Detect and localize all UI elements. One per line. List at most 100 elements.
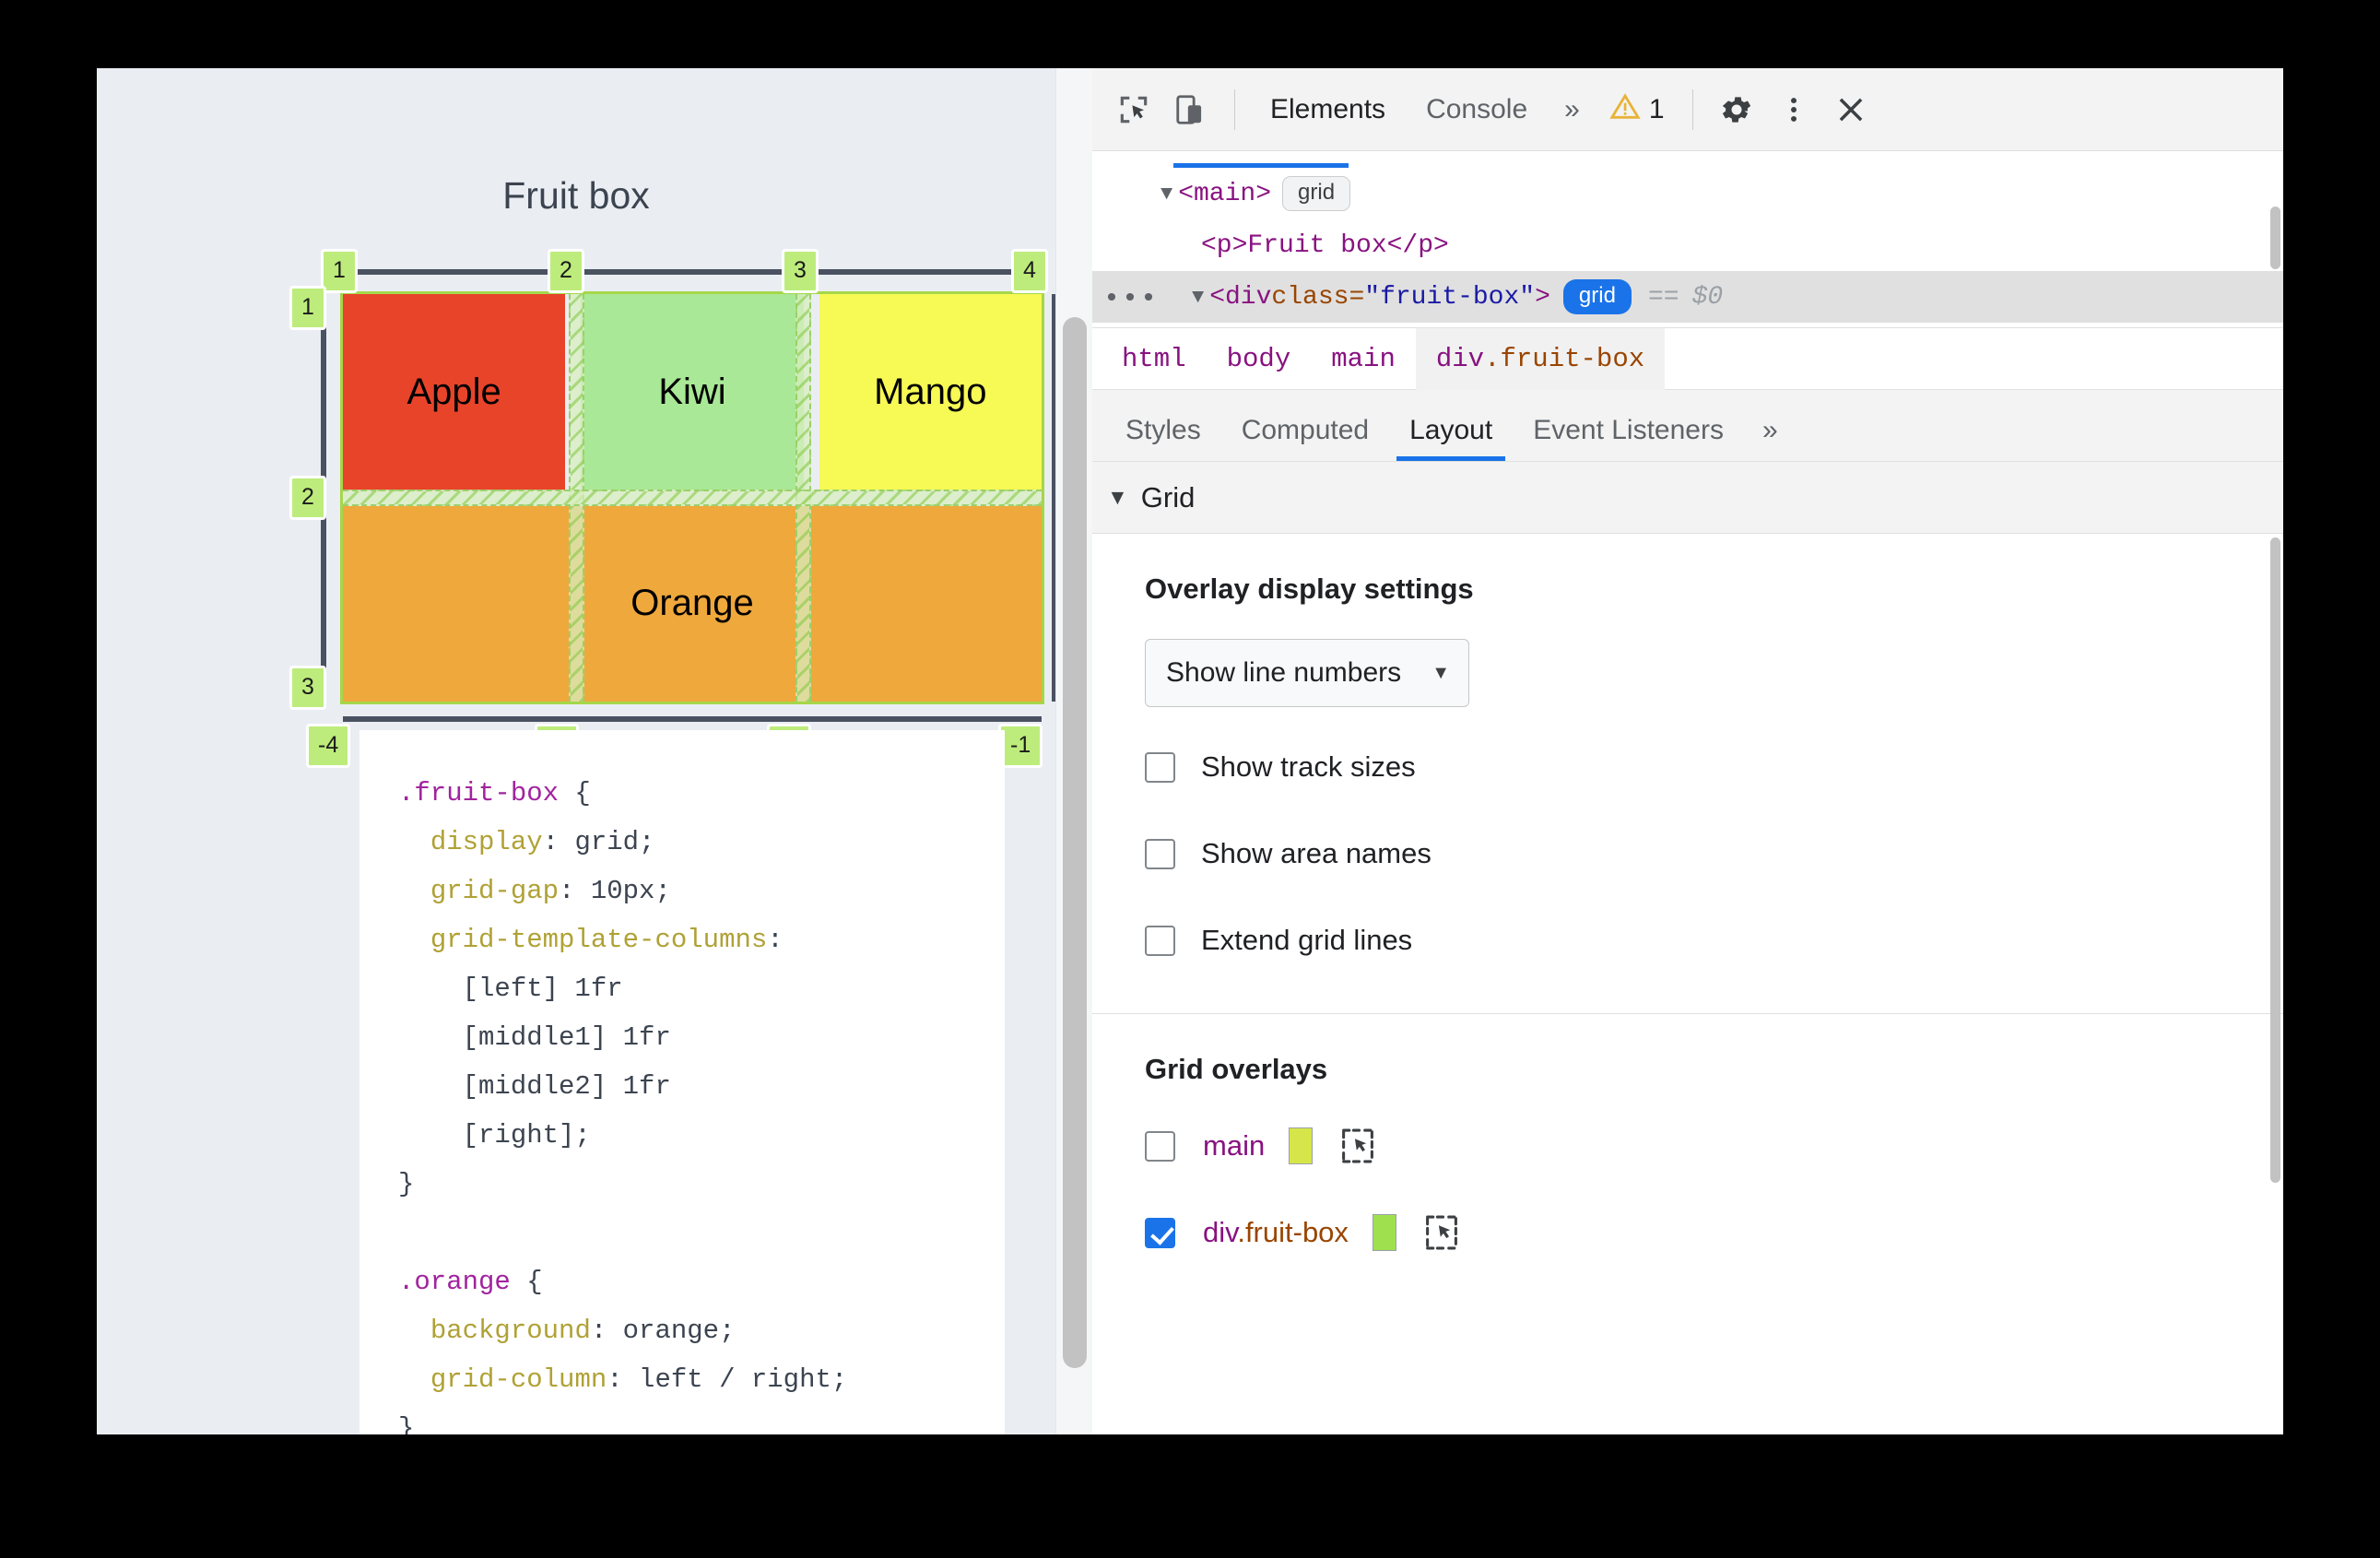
grid-line-badge-row-3: 3	[289, 666, 326, 710]
dom-tag-close-bracket: >	[1535, 282, 1550, 312]
grid-overlays-title: Grid overlays	[1145, 1053, 1328, 1085]
tab-layout-label: Layout	[1409, 415, 1493, 445]
grid-panel-body: Overlay display settings Show line numbe…	[1092, 534, 2283, 1363]
grid-cell-apple-label: Apple	[406, 371, 501, 412]
sidebar-more-tabs-icon[interactable]: »	[1744, 415, 1797, 461]
dom-clipped-row	[1092, 151, 2283, 168]
warning-triangle-icon	[1609, 91, 1641, 127]
grid-line-badge-row-2: 2	[289, 476, 326, 520]
warning-indicator[interactable]: 1	[1596, 68, 1678, 150]
more-options-icon[interactable]	[1765, 81, 1822, 138]
dom-grid-badge-main[interactable]: grid	[1282, 176, 1351, 211]
device-toolbar-icon[interactable]	[1162, 81, 1219, 138]
dom-row-menu-icon[interactable]: •••	[1103, 284, 1159, 315]
css-prop-background: background	[430, 1316, 591, 1346]
css-rule2-open: {	[510, 1267, 543, 1297]
css-track-middle2: [middle2] 1fr	[398, 1071, 671, 1102]
tab-elements[interactable]: Elements	[1250, 68, 1406, 150]
checkbox-row-extend-grid-lines[interactable]: Extend grid lines	[1092, 914, 2283, 967]
grid-section-caret-icon[interactable]: ▼	[1107, 485, 1128, 510]
css-track-middle1: [middle1] 1fr	[398, 1022, 671, 1053]
inspect-element-icon[interactable]	[1105, 81, 1162, 138]
dom-row-apple[interactable]: <div class = " apple " > Apple </div>	[1092, 323, 2283, 327]
grid-panel-scrollbar[interactable]	[2268, 534, 2283, 1363]
tab-event-listeners[interactable]: Event Listeners	[1513, 390, 1744, 461]
grid-section-title: Grid	[1140, 480, 1196, 513]
toolbar-divider-2	[1691, 89, 1693, 130]
tab-event-listeners-label: Event Listeners	[1533, 415, 1724, 445]
expand-triangle-fruit-box-icon[interactable]: ▼	[1192, 286, 1204, 309]
toolbar-divider-1	[1234, 89, 1235, 130]
devtools-toolbar: Elements Console » 1	[1092, 68, 2283, 151]
css-selector-orange: .orange	[398, 1267, 511, 1297]
checkbox-extend-grid-lines[interactable]	[1145, 925, 1175, 956]
breadcrumb-item-main[interactable]: main	[1311, 328, 1416, 390]
grid-overlay-row-fruit-box[interactable]: div.fruit-box	[1092, 1206, 2283, 1259]
css-rule2-close: }	[398, 1413, 415, 1434]
dom-tree-scrollbar-thumb[interactable]	[2270, 207, 2280, 269]
more-tabs-glyph: »	[1564, 93, 1580, 124]
page-viewport: Fruit box Apple Kiwi Mango Orange 1 2 3 …	[97, 68, 1092, 1434]
dom-quote-open: "	[1364, 282, 1381, 312]
tab-computed[interactable]: Computed	[1221, 390, 1389, 461]
grid-overlay-main-label: main	[1203, 1129, 1266, 1162]
grid-line-badge-col-1: 1	[321, 249, 358, 293]
grid-panel-scrollbar-thumb[interactable]	[2270, 537, 2280, 1183]
css-val-display: : grid;	[542, 827, 655, 857]
checkbox-row-show-track-sizes[interactable]: Show track sizes	[1092, 740, 2283, 794]
grid-cell-orange-label: Orange	[630, 583, 754, 624]
breadcrumb-item-html[interactable]: html	[1102, 328, 1207, 390]
gear-icon[interactable]	[1708, 81, 1765, 138]
breadcrumb-item-fruit-box[interactable]: div .fruit-box	[1415, 327, 1666, 390]
dom-row-fruit-box[interactable]: ••• ▼ <div class = " fruit-box " > grid …	[1092, 271, 2283, 323]
tab-elements-label: Elements	[1270, 93, 1386, 124]
dom-row-main[interactable]: ▼ <main> grid	[1092, 168, 2283, 219]
checkbox-row-show-area-names[interactable]: Show area names	[1092, 827, 2283, 880]
select-node-fruit-box-icon[interactable]	[1424, 1214, 1459, 1251]
dom-grid-badge-fruit-box[interactable]: grid	[1562, 279, 1632, 314]
dom-tree-scrollbar[interactable]	[2268, 151, 2283, 327]
dom-tree[interactable]: ▼ <main> grid <p>Fruit box</p> ••• ▼ <di…	[1092, 151, 2283, 328]
checkbox-show-area-names[interactable]	[1145, 838, 1175, 869]
tab-styles-label: Styles	[1125, 415, 1201, 445]
page-title: Fruit box	[502, 174, 650, 217]
grid-section-header[interactable]: ▼ Grid	[1092, 462, 2283, 534]
expand-triangle-icon[interactable]: ▼	[1161, 183, 1172, 206]
overlay-display-select[interactable]: Show line numbers ▼	[1145, 639, 1469, 707]
css-source-code: .fruit-box { display: grid; grid-gap: 10…	[359, 730, 1005, 1434]
page-scrollbar-thumb[interactable]	[1063, 317, 1087, 1368]
page-scrollbar[interactable]	[1055, 68, 1092, 1434]
breadcrumb-item-body[interactable]: body	[1207, 328, 1312, 390]
checkbox-show-track-sizes[interactable]	[1145, 751, 1175, 783]
close-icon[interactable]	[1822, 81, 1879, 138]
css-track-right: [right];	[398, 1120, 591, 1151]
more-tabs-icon[interactable]: »	[1548, 68, 1596, 150]
grid-overlay-fruit-box-tag: div	[1203, 1216, 1238, 1248]
grid-overlay-fruit-box-label: div.fruit-box	[1203, 1216, 1349, 1249]
css-source-card: .fruit-box { display: grid; grid-gap: 10…	[359, 730, 1005, 1434]
dom-tag-main: <main>	[1178, 179, 1272, 208]
grid-overlay-main-color-swatch[interactable]	[1289, 1127, 1314, 1164]
tab-console[interactable]: Console	[1406, 68, 1548, 150]
checkbox-overlay-fruit-box[interactable]	[1145, 1217, 1175, 1248]
devtools-panel: Elements Console » 1 ▼ <main> grid <p>Fr…	[1092, 68, 2283, 1434]
warning-count: 1	[1648, 93, 1665, 124]
sidebar-tabs: Styles Computed Layout Event Listeners »	[1092, 390, 2283, 462]
breadcrumb-item-fruit-box-class: .fruit-box	[1484, 343, 1645, 374]
select-node-main-icon[interactable]	[1340, 1127, 1375, 1164]
chevron-down-icon: ▼	[1432, 662, 1450, 683]
checkbox-overlay-main[interactable]	[1145, 1130, 1175, 1162]
dom-row-p[interactable]: <p>Fruit box</p>	[1092, 219, 2283, 271]
grid-overlay-fruit-box-color-swatch[interactable]	[1372, 1214, 1396, 1251]
dom-eq-marker: ==	[1647, 282, 1679, 312]
checkbox-show-track-sizes-label: Show track sizes	[1201, 750, 1416, 783]
grid-cell-kiwi: Kiwi	[581, 294, 804, 490]
breadcrumb-item-fruit-box-tag: div	[1435, 343, 1485, 374]
grid-cell-orange: Orange	[343, 505, 1042, 702]
grid-overlay-row-main[interactable]: main	[1092, 1119, 2283, 1173]
tab-layout[interactable]: Layout	[1389, 390, 1513, 461]
css-prop-grid-gap: grid-gap	[430, 876, 560, 906]
grid-cell-mango-label: Mango	[874, 371, 987, 412]
tab-styles[interactable]: Styles	[1105, 390, 1221, 461]
overlay-select-wrapper: Show line numbers ▼	[1092, 606, 2283, 707]
